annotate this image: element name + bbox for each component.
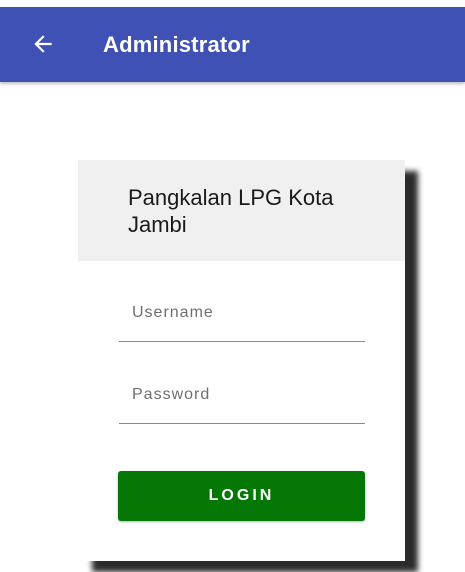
username-placeholder: Username	[132, 304, 214, 321]
password-placeholder: Password	[132, 386, 211, 403]
app-bar: Administrator	[0, 7, 465, 82]
back-button[interactable]	[30, 31, 56, 57]
username-field[interactable]: Username	[119, 292, 365, 342]
card-header: Pangkalan LPG Kota Jambi	[78, 160, 405, 261]
arrow-left-icon	[34, 35, 52, 53]
password-field[interactable]: Password	[119, 374, 365, 424]
login-button-label: LOGIN	[208, 487, 275, 504]
app-bar-title: Administrator	[103, 32, 250, 57]
card-title: Pangkalan LPG Kota Jambi	[128, 185, 334, 237]
login-card: Pangkalan LPG Kota Jambi Username Passwo…	[78, 160, 405, 561]
login-button[interactable]: LOGIN	[118, 471, 365, 521]
